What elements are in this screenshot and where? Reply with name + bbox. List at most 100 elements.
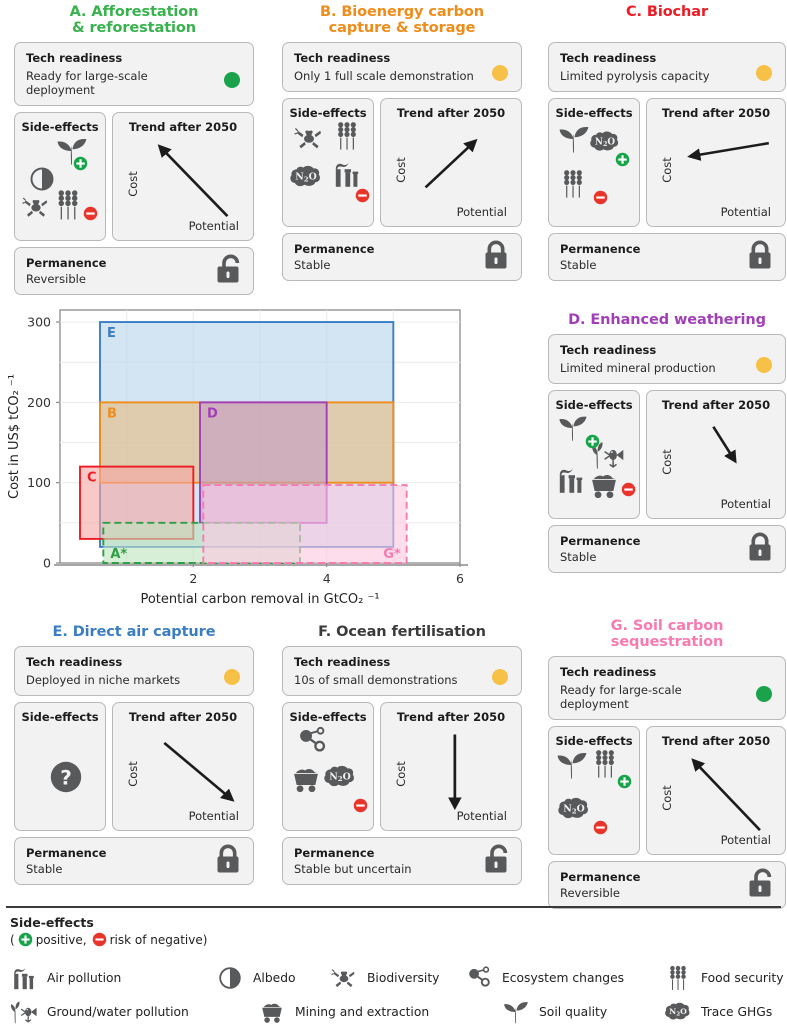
side-effect-icon-wrap [587,468,621,506]
tech-readiness-card: Tech readiness Only 1 full scale demonstr… [282,42,522,92]
trend-header: Trend after 2050 [661,106,771,120]
tech-readiness-card: Tech readiness Ready for large-scale depl… [548,656,786,720]
tech-readiness-value: 10s of small demonstrations [294,673,458,687]
trend-arrow-down [448,734,462,811]
permanence-lock-wrap [747,868,773,902]
chart-x-axis-title: Potential carbon removal in GtCO₂ ⁻¹ [140,592,379,607]
ecosystem-changes-icon [300,726,326,752]
permanence-value: Stable [294,258,331,272]
side-effects-card: Side-effects N2O [282,702,374,831]
side-effects-header: Side-effects [21,120,99,134]
panel-title-line: C. Biochar [625,4,709,20]
trend-header: Trend after 2050 [128,710,238,724]
tech-readiness-header: Tech readiness [294,51,391,65]
permanence-value: Stable but uncertain [294,862,412,876]
permanence-header: Permanence [560,534,641,548]
food-security-icon [564,170,582,198]
cost-potential-chart: E B D C A* G* 0 100 200 300 2 4 6 Potential carbon re… [0,283,492,613]
permanence-lock-wrap [483,240,509,274]
chart-box-label-g: G* [383,547,401,562]
permanence-value: Stable [560,258,597,272]
permanence-lock-wrap [215,844,241,878]
permanence-lock-wrap [747,532,773,566]
positive-badge-icon [73,156,88,171]
chart-box-label-d: D [207,406,218,421]
legend-item-label: Trace GHGs [701,1005,773,1019]
air-pollution-icon [335,161,359,187]
side-effects-header: Side-effects [555,734,633,748]
lock-unlocked-icon [485,844,508,873]
trend-plot-area: Cost Potential [121,134,245,234]
side-effect-icon-wrap [331,120,363,156]
side-effects-legend: Side-effects ( positive, risk of negativ… [0,906,787,1024]
side-effect-icon-wrap [293,122,325,158]
legend-item-soil-quality: Soil quality [502,998,607,1026]
legend-icon-wrap [216,964,244,992]
permanence-header: Permanence [560,242,641,256]
biodiversity-icon [22,197,48,217]
side-effect-icon-wrap: N2O [557,792,591,830]
trend-header: Trend after 2050 [396,710,506,724]
trace-ghgs-icon: N2O [324,765,354,787]
tech-readiness-value: Limited pyrolysis capacity [560,69,710,83]
side-effects-card: Side-effects [548,390,640,519]
trend-arrow-down-short [712,426,737,464]
permanence-card: Permanence Stable [14,837,254,885]
chart-box-label-a: A* [110,547,127,562]
trend-plot-area: Cost Potential [655,120,777,220]
soil-quality-icon [559,126,589,153]
side-effect-icon-wrap [557,168,589,204]
x-tick-label: 2 [189,571,197,586]
positive-badge-icon [18,932,32,947]
panel-middle-row: Side-effects N2O Trend after 2050 Cost Poten… [282,98,522,227]
trend-arrow-up-left [691,758,761,831]
question-mark-icon: ? [50,761,82,793]
panel-middle-row: Side-effects N2O Trend after 2050 Cost Poten… [548,726,786,855]
chart-box-g [202,484,408,564]
air-pollution-icon [14,966,34,990]
tech-readiness-value: Limited mineral production [560,361,716,375]
side-effect-icon-wrap: N2O [323,760,357,798]
tech-readiness-card: Tech readiness Limited mineral production [548,334,786,384]
legend-item-albedo: Albedo [216,964,296,992]
tech-readiness-value: Ready for large-scale deployment [560,683,682,711]
side-effects-card: Side-effects N2O [548,726,640,855]
permanence-value: Reversible [560,886,620,900]
legend-item-trace-ghgs: N2O Trace GHGs [664,998,772,1026]
permanence-value: Stable [560,550,597,564]
food-security-icon [670,965,686,990]
trend-card: Trend after 2050 Cost Potential [380,98,522,227]
chart-y-axis-title: Cost in US$ tCO₂ ⁻¹ [7,374,22,499]
side-effects-card: Side-effects? [14,702,106,831]
side-effects-icon-area: N2O [555,120,633,220]
side-effects-icon-area: N2O [289,724,368,824]
panel-a: A. Afforestation & reforestation Tech read… [14,4,254,295]
trend-card: Trend after 2050 Cost Potential [380,702,522,831]
legend-item-ground-water-pollution: Ground/water pollution [10,998,189,1026]
legend-item-label: Albedo [253,971,296,985]
chart-box-label-e: E [107,326,116,341]
panel-middle-row: Side-effects Trend after 2050 Cost Potentia… [548,390,786,519]
lock-locked-icon [485,240,507,269]
legend-item-mining-extraction: Mining and extraction [258,998,429,1026]
tech-readiness-value: Deployed in niche markets [26,673,181,687]
legend-icon-wrap [10,964,38,992]
positive-badge-icon [615,152,630,167]
trend-header: Trend after 2050 [661,734,771,748]
legend-icon-wrap [258,998,286,1026]
panel-middle-row: Side-effects Trend after 2050 Cost Potentia… [14,112,254,241]
side-effect-icon-wrap [21,192,51,226]
side-effects-header: Side-effects [555,398,633,412]
legend-icon-wrap [10,998,38,1026]
side-effects-card: Side-effects N2O [548,98,640,227]
legend-positive-label: positive, [35,932,87,947]
legend-icon-wrap [664,964,692,992]
legend-item-food-security: Food security [664,964,784,992]
panel-a-title: A. Afforestation & reforestation [14,4,254,42]
albedo-icon [219,967,241,989]
mining-extraction-icon [262,1003,282,1023]
y-tick-label: 0 [43,556,51,571]
side-effects-card: Side-effects N2O [282,98,374,227]
trend-card: Trend after 2050 Cost Potential [112,112,254,241]
lock-locked-icon [217,844,239,873]
